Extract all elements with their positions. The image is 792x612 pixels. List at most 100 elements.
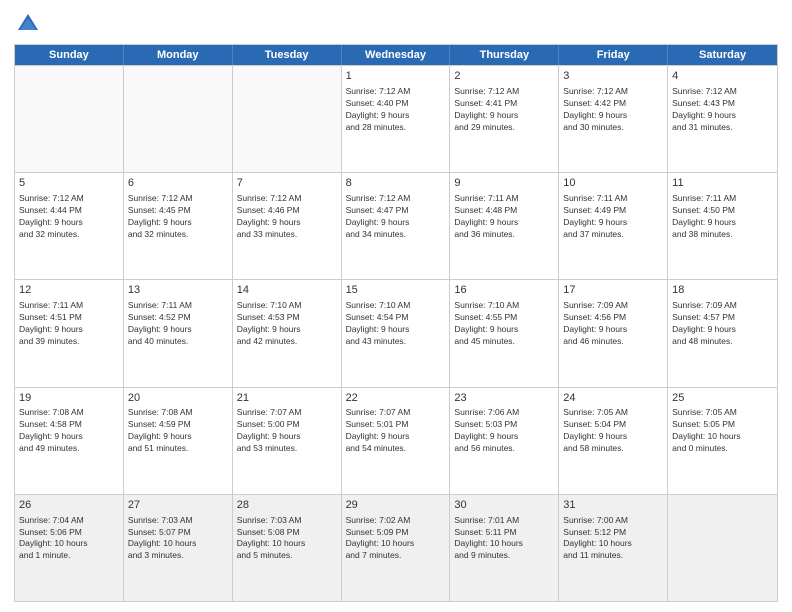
day-info: Sunrise: 7:12 AM Sunset: 4:46 PM Dayligh… bbox=[237, 193, 337, 241]
header bbox=[14, 10, 778, 38]
calendar-cell: 26Sunrise: 7:04 AM Sunset: 5:06 PM Dayli… bbox=[15, 495, 124, 601]
calendar-cell: 25Sunrise: 7:05 AM Sunset: 5:05 PM Dayli… bbox=[668, 388, 777, 494]
day-info: Sunrise: 7:02 AM Sunset: 5:09 PM Dayligh… bbox=[346, 515, 446, 563]
day-info: Sunrise: 7:03 AM Sunset: 5:07 PM Dayligh… bbox=[128, 515, 228, 563]
day-info: Sunrise: 7:03 AM Sunset: 5:08 PM Dayligh… bbox=[237, 515, 337, 563]
calendar-cell: 4Sunrise: 7:12 AM Sunset: 4:43 PM Daylig… bbox=[668, 66, 777, 172]
day-number: 14 bbox=[237, 283, 337, 298]
weekday-header: Saturday bbox=[668, 45, 777, 65]
calendar-cell: 9 Sunrise: 7:11 AM Sunset: 4:48 PM Daylig… bbox=[450, 173, 559, 279]
calendar-cell: 8 Sunrise: 7:12 AM Sunset: 4:47 PM Daylig… bbox=[342, 173, 451, 279]
calendar-cell: 6 Sunrise: 7:12 AM Sunset: 4:45 PM Daylig… bbox=[124, 173, 233, 279]
day-info: Sunrise: 7:00 AM Sunset: 5:12 PM Dayligh… bbox=[563, 515, 663, 563]
day-number: 1 bbox=[346, 69, 446, 84]
day-info: Sunrise: 7:12 AM Sunset: 4:41 PM Dayligh… bbox=[454, 86, 554, 134]
day-info: Sunrise: 7:06 AM Sunset: 5:03 PM Dayligh… bbox=[454, 407, 554, 455]
day-info: Sunrise: 7:09 AM Sunset: 4:56 PM Dayligh… bbox=[563, 300, 663, 348]
calendar-cell: 17 Sunrise: 7:09 AM Sunset: 4:56 PM Dayli… bbox=[559, 280, 668, 386]
calendar-cell: 14 Sunrise: 7:10 AM Sunset: 4:53 PM Dayli… bbox=[233, 280, 342, 386]
calendar-cell bbox=[233, 66, 342, 172]
day-number: 24 bbox=[563, 391, 663, 406]
day-number: 19 bbox=[19, 391, 119, 406]
calendar-cell: 16 Sunrise: 7:10 AM Sunset: 4:55 PM Dayli… bbox=[450, 280, 559, 386]
calendar-cell: 22Sunrise: 7:07 AM Sunset: 5:01 PM Dayli… bbox=[342, 388, 451, 494]
day-number: 26 bbox=[19, 498, 119, 513]
day-info: Sunrise: 7:05 AM Sunset: 5:04 PM Dayligh… bbox=[563, 407, 663, 455]
day-number: 17 bbox=[563, 283, 663, 298]
calendar-cell: 5 Sunrise: 7:12 AM Sunset: 4:44 PM Daylig… bbox=[15, 173, 124, 279]
calendar-cell bbox=[124, 66, 233, 172]
calendar-cell: 24Sunrise: 7:05 AM Sunset: 5:04 PM Dayli… bbox=[559, 388, 668, 494]
calendar-cell: 18 Sunrise: 7:09 AM Sunset: 4:57 PM Dayli… bbox=[668, 280, 777, 386]
day-number: 27 bbox=[128, 498, 228, 513]
weekday-header: Wednesday bbox=[342, 45, 451, 65]
day-info: Sunrise: 7:07 AM Sunset: 5:01 PM Dayligh… bbox=[346, 407, 446, 455]
day-number: 6 bbox=[128, 176, 228, 191]
day-info: Sunrise: 7:10 AM Sunset: 4:55 PM Dayligh… bbox=[454, 300, 554, 348]
day-info: Sunrise: 7:05 AM Sunset: 5:05 PM Dayligh… bbox=[672, 407, 773, 455]
calendar-week: 12Sunrise: 7:11 AM Sunset: 4:51 PM Dayli… bbox=[15, 279, 777, 386]
weekday-header: Thursday bbox=[450, 45, 559, 65]
day-number: 8 bbox=[346, 176, 446, 191]
calendar-cell: 23Sunrise: 7:06 AM Sunset: 5:03 PM Dayli… bbox=[450, 388, 559, 494]
calendar-cell bbox=[15, 66, 124, 172]
day-number: 20 bbox=[128, 391, 228, 406]
day-number: 2 bbox=[454, 69, 554, 84]
day-info: Sunrise: 7:08 AM Sunset: 4:59 PM Dayligh… bbox=[128, 407, 228, 455]
calendar-cell: 1 Sunrise: 7:12 AM Sunset: 4:40 PM Daylig… bbox=[342, 66, 451, 172]
calendar: SundayMondayTuesdayWednesdayThursdayFrid… bbox=[14, 44, 778, 602]
day-number: 3 bbox=[563, 69, 663, 84]
day-info: Sunrise: 7:07 AM Sunset: 5:00 PM Dayligh… bbox=[237, 407, 337, 455]
calendar-cell: 10Sunrise: 7:11 AM Sunset: 4:49 PM Dayli… bbox=[559, 173, 668, 279]
calendar-cell: 2 Sunrise: 7:12 AM Sunset: 4:41 PM Daylig… bbox=[450, 66, 559, 172]
calendar-cell: 13 Sunrise: 7:11 AM Sunset: 4:52 PM Dayli… bbox=[124, 280, 233, 386]
day-number: 16 bbox=[454, 283, 554, 298]
calendar-cell: 21Sunrise: 7:07 AM Sunset: 5:00 PM Dayli… bbox=[233, 388, 342, 494]
day-number: 23 bbox=[454, 391, 554, 406]
day-info: Sunrise: 7:09 AM Sunset: 4:57 PM Dayligh… bbox=[672, 300, 773, 348]
day-info: Sunrise: 7:12 AM Sunset: 4:44 PM Dayligh… bbox=[19, 193, 119, 241]
day-info: Sunrise: 7:12 AM Sunset: 4:40 PM Dayligh… bbox=[346, 86, 446, 134]
day-number: 31 bbox=[563, 498, 663, 513]
day-number: 28 bbox=[237, 498, 337, 513]
day-info: Sunrise: 7:08 AM Sunset: 4:58 PM Dayligh… bbox=[19, 407, 119, 455]
day-info: Sunrise: 7:01 AM Sunset: 5:11 PM Dayligh… bbox=[454, 515, 554, 563]
day-number: 18 bbox=[672, 283, 773, 298]
calendar-cell: 27 Sunrise: 7:03 AM Sunset: 5:07 PM Dayli… bbox=[124, 495, 233, 601]
day-info: Sunrise: 7:12 AM Sunset: 4:42 PM Dayligh… bbox=[563, 86, 663, 134]
calendar-cell: 15Sunrise: 7:10 AM Sunset: 4:54 PM Dayli… bbox=[342, 280, 451, 386]
day-info: Sunrise: 7:11 AM Sunset: 4:52 PM Dayligh… bbox=[128, 300, 228, 348]
day-info: Sunrise: 7:10 AM Sunset: 4:53 PM Dayligh… bbox=[237, 300, 337, 348]
day-number: 22 bbox=[346, 391, 446, 406]
calendar-cell: 28 Sunrise: 7:03 AM Sunset: 5:08 PM Dayli… bbox=[233, 495, 342, 601]
day-number: 13 bbox=[128, 283, 228, 298]
day-number: 9 bbox=[454, 176, 554, 191]
day-number: 7 bbox=[237, 176, 337, 191]
calendar-cell: 3 Sunrise: 7:12 AM Sunset: 4:42 PM Daylig… bbox=[559, 66, 668, 172]
day-number: 21 bbox=[237, 391, 337, 406]
calendar-week: 1 Sunrise: 7:12 AM Sunset: 4:40 PM Daylig… bbox=[15, 65, 777, 172]
calendar-week: 5 Sunrise: 7:12 AM Sunset: 4:44 PM Daylig… bbox=[15, 172, 777, 279]
day-info: Sunrise: 7:12 AM Sunset: 4:47 PM Dayligh… bbox=[346, 193, 446, 241]
day-info: Sunrise: 7:11 AM Sunset: 4:50 PM Dayligh… bbox=[672, 193, 773, 241]
calendar-week: 26Sunrise: 7:04 AM Sunset: 5:06 PM Dayli… bbox=[15, 494, 777, 601]
calendar-header-row: SundayMondayTuesdayWednesdayThursdayFrid… bbox=[15, 45, 777, 65]
day-number: 5 bbox=[19, 176, 119, 191]
day-info: Sunrise: 7:12 AM Sunset: 4:43 PM Dayligh… bbox=[672, 86, 773, 134]
day-number: 25 bbox=[672, 391, 773, 406]
calendar-cell: 30Sunrise: 7:01 AM Sunset: 5:11 PM Dayli… bbox=[450, 495, 559, 601]
calendar-cell: 29Sunrise: 7:02 AM Sunset: 5:09 PM Dayli… bbox=[342, 495, 451, 601]
weekday-header: Friday bbox=[559, 45, 668, 65]
day-number: 15 bbox=[346, 283, 446, 298]
calendar-body: 1 Sunrise: 7:12 AM Sunset: 4:40 PM Daylig… bbox=[15, 65, 777, 601]
weekday-header: Tuesday bbox=[233, 45, 342, 65]
calendar-cell: 7 Sunrise: 7:12 AM Sunset: 4:46 PM Daylig… bbox=[233, 173, 342, 279]
weekday-header: Sunday bbox=[15, 45, 124, 65]
calendar-week: 19Sunrise: 7:08 AM Sunset: 4:58 PM Dayli… bbox=[15, 387, 777, 494]
calendar-cell: 19Sunrise: 7:08 AM Sunset: 4:58 PM Dayli… bbox=[15, 388, 124, 494]
page: SundayMondayTuesdayWednesdayThursdayFrid… bbox=[0, 0, 792, 612]
calendar-cell: 31 Sunrise: 7:00 AM Sunset: 5:12 PM Dayli… bbox=[559, 495, 668, 601]
day-number: 12 bbox=[19, 283, 119, 298]
day-info: Sunrise: 7:11 AM Sunset: 4:48 PM Dayligh… bbox=[454, 193, 554, 241]
day-info: Sunrise: 7:12 AM Sunset: 4:45 PM Dayligh… bbox=[128, 193, 228, 241]
